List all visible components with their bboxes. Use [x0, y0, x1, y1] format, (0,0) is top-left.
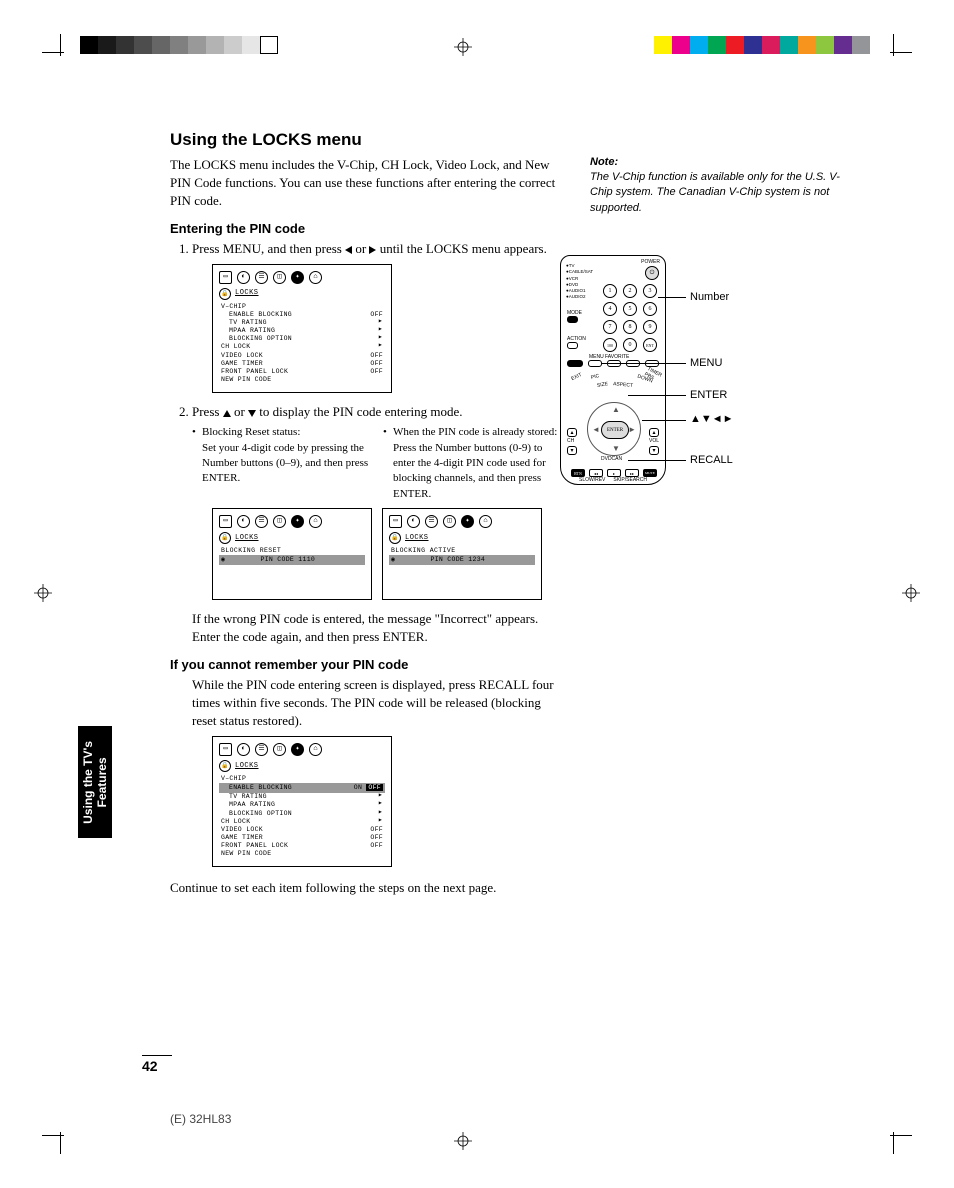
label-enter: ENTER	[690, 389, 727, 401]
footer-code: (E) 32HL83	[170, 1112, 231, 1126]
osd-locks-menu-after-reset: ▭◐☰◫✦⌂ 🔒LOCKS V–CHIP ENABLE BLOCKINGON O…	[212, 736, 392, 867]
label-recall: RECALL	[690, 454, 733, 466]
num-3: 3	[643, 284, 657, 298]
note-text: The V-Chip function is available only fo…	[590, 170, 850, 216]
osd-title-label: LOCKS	[235, 289, 259, 298]
enter-button: ENTER	[601, 421, 629, 439]
num-7: 7	[603, 320, 617, 334]
num-100: 100	[603, 338, 617, 352]
registration-mark-top	[454, 38, 472, 56]
ch-rtn: RTN	[571, 469, 585, 477]
rew: ◂◂	[589, 469, 603, 477]
label-menu: MENU	[690, 357, 722, 369]
page-number: 42	[142, 1055, 172, 1074]
bottom-button-row: RTN ◂◂ ▸ ▸▸ MUTE	[571, 469, 657, 477]
label-number: Number	[690, 291, 729, 303]
mode-button	[567, 316, 578, 323]
mute-btn: MUTE	[643, 469, 657, 477]
num-0: 0	[623, 338, 637, 352]
step-1: Press MENU, and then press or until the …	[192, 240, 560, 393]
crop-mark-bl	[48, 1120, 76, 1148]
registration-mark-bottom	[454, 1132, 472, 1150]
lock-icon: 🔒	[389, 532, 401, 544]
lock-icon: 🔒	[219, 288, 231, 300]
section1-title: Entering the PIN code	[170, 221, 560, 236]
action-button	[567, 342, 578, 349]
num-5: 5	[623, 302, 637, 316]
dpad: ▲ ▼ ◄ ► ENTER	[587, 402, 641, 456]
ch-dn: ▾	[567, 446, 577, 455]
intro-text: The LOCKS menu includes the V-Chip, CH L…	[170, 156, 560, 211]
num-4: 4	[603, 302, 617, 316]
bullet-a: Blocking Reset status: Set your 4-digit …	[192, 425, 369, 502]
remote-body: ●TV ●CABLE/SAT ●VCR ●DVD ●AUDIO1 ●AUDIO2…	[560, 255, 666, 485]
ch-up: ▴	[567, 428, 577, 437]
menu-button	[588, 360, 602, 367]
crop-mark-br	[878, 1120, 906, 1148]
remote-figure: ●TV ●CABLE/SAT ●VCR ●DVD ●AUDIO1 ●AUDIO2…	[560, 255, 760, 485]
vol-up: ▴	[649, 428, 659, 437]
play: ▸	[607, 469, 621, 477]
vol-dn: ▾	[649, 446, 659, 455]
crop-mark-tr	[878, 40, 906, 68]
ent-button: ENT	[643, 338, 657, 352]
page-heading: Using the LOCKS menu	[170, 130, 860, 150]
power-button: ⏻	[645, 266, 659, 280]
continue-text: Continue to set each item following the …	[170, 879, 560, 897]
section2-text: While the PIN code entering screen is di…	[192, 676, 560, 731]
label-arrows: ▲▼◄►	[690, 413, 734, 425]
section-tab-label: Using the TV'sFeatures	[81, 741, 110, 824]
device-labels: ●TV ●CABLE/SAT ●VCR ●DVD ●AUDIO1 ●AUDIO2	[566, 263, 593, 301]
num-9: 9	[643, 320, 657, 334]
registration-mark-left	[34, 584, 52, 602]
section-tab: Using the TV'sFeatures	[78, 726, 112, 838]
num-6: 6	[643, 302, 657, 316]
registration-mark-right	[902, 584, 920, 602]
step-1-text: Press MENU, and then press or until the …	[192, 241, 547, 256]
osd-locks-menu: ▭◐☰◫✦⌂ 🔒 LOCKS V–CHIP ENABLE BLOCKINGOFF…	[212, 264, 392, 393]
osd-tab-icons: ▭◐☰◫✦⌂	[219, 271, 385, 284]
crop-mark-tl	[48, 40, 76, 68]
num-2: 2	[623, 284, 637, 298]
lock-icon: 🔒	[219, 760, 231, 772]
num-1: 1	[603, 284, 617, 298]
osd-blocking-active: ▭◐☰◫✦⌂ 🔒LOCKS BLOCKING ACTIVE ◉PIN CODE …	[382, 508, 542, 600]
section2-title: If you cannot remember your PIN code	[170, 657, 560, 672]
osd-blocking-reset: ▭◐☰◫✦⌂ 🔒LOCKS BLOCKING RESET ◉PIN CODE 1…	[212, 508, 372, 600]
sleep-button	[567, 360, 583, 367]
lock-icon: 🔒	[219, 532, 231, 544]
num-8: 8	[623, 320, 637, 334]
ffwd: ▸▸	[625, 469, 639, 477]
wrong-pin-text: If the wrong PIN code is entered, the me…	[192, 610, 560, 646]
color-bar	[80, 36, 870, 54]
step-2: Press or to display the PIN code enterin…	[192, 403, 560, 647]
note-label: Note:	[590, 156, 850, 168]
bullet-b: When the PIN code is already stored: Pre…	[383, 425, 560, 502]
step-2-text: Press or to display the PIN code enterin…	[192, 404, 463, 419]
